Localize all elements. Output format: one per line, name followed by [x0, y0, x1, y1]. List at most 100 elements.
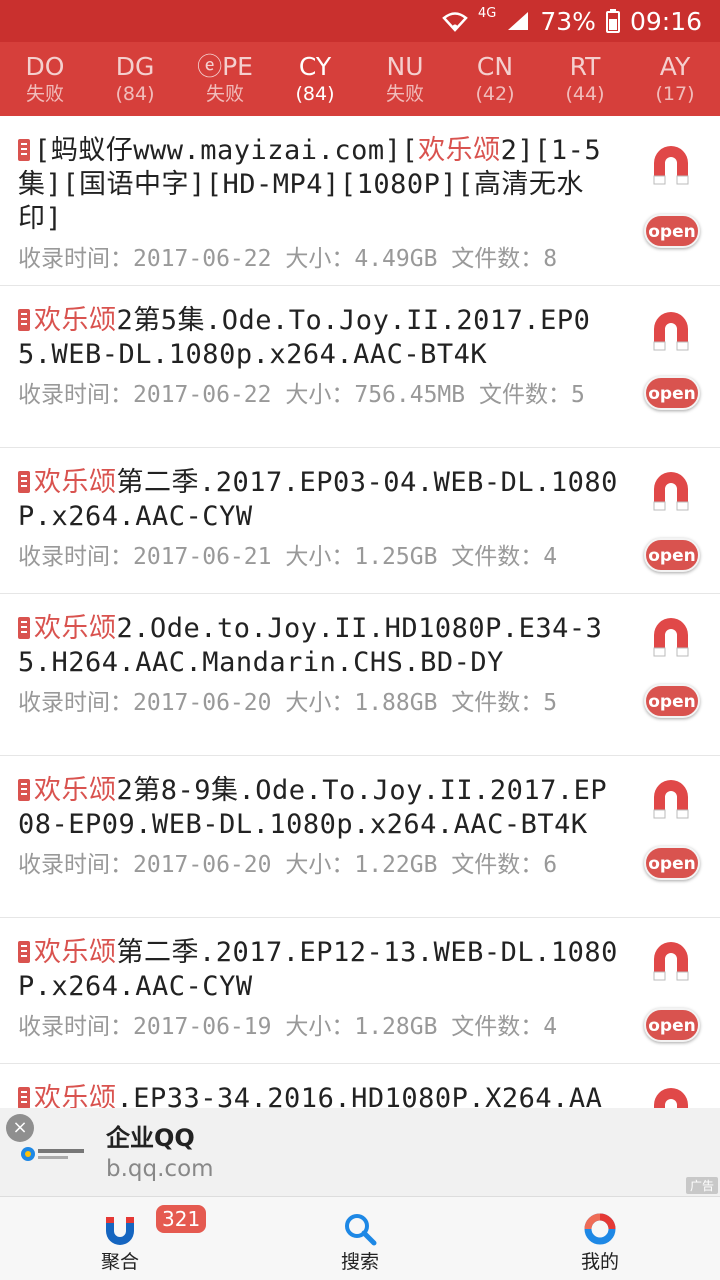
list-item[interactable]: 欢乐颂2第5集.Ode.To.Joy.II.2017.EP05.WEB-DL.1…: [0, 286, 720, 448]
date-label: 收录时间：: [18, 382, 133, 408]
result-title: 欢乐颂2.Ode.to.Joy.II.HD1080P.E34-35.H264.A…: [18, 612, 620, 680]
size-label: 大小：: [285, 852, 355, 878]
title-keyword: 欢乐颂: [34, 775, 117, 806]
tab-cy[interactable]: CY (84): [270, 42, 360, 116]
tab-status: (42): [475, 83, 515, 105]
title-keyword: 欢乐颂: [34, 937, 117, 968]
tab-code: CN: [476, 52, 514, 81]
open-button[interactable]: open: [644, 538, 700, 572]
result-meta: 收录时间：2017-06-22 大小：4.49GB 文件数：8: [18, 244, 620, 286]
date-value: 2017-06-22: [133, 382, 272, 408]
ad-banner[interactable]: × 企业QQ b.qq.com 广告: [0, 1108, 720, 1196]
nav-aggregate[interactable]: 聚合 321: [0, 1197, 240, 1280]
list-item[interactable]: 欢乐颂2第8-9集.Ode.To.Joy.II.2017.EP08-EP09.W…: [0, 756, 720, 918]
tab-do[interactable]: DO 失败: [0, 42, 90, 116]
result-meta: 收录时间：2017-06-20 大小：1.88GB 文件数：5: [18, 688, 620, 730]
result-meta: 收录时间：2017-06-22 大小：756.45MB 文件数：5: [18, 380, 620, 422]
tab-status: (84): [115, 83, 155, 105]
result-meta: 收录时间：2017-06-19 大小：1.28GB 文件数：4: [18, 1012, 620, 1054]
tab-status: (44): [565, 83, 605, 105]
title-keyword: 欢乐颂: [34, 305, 117, 336]
magnet-icon[interactable]: [648, 612, 694, 660]
nav-mine[interactable]: 我的: [480, 1197, 720, 1280]
title-prefix: [蚂蚁仔www.mayizai.com][: [34, 135, 419, 166]
title-keyword: 欢乐颂: [34, 1083, 117, 1108]
close-icon[interactable]: ×: [6, 1114, 34, 1142]
nav-label: 搜索: [340, 1251, 379, 1273]
list-item[interactable]: 欢乐颂2.Ode.to.Joy.II.HD1080P.E34-35.H264.A…: [0, 594, 720, 756]
result-meta: 收录时间：2017-06-20 大小：1.22GB 文件数：6: [18, 850, 620, 892]
list-item[interactable]: [蚂蚁仔www.mayizai.com][欢乐颂2][1-5集][国语中字][H…: [0, 116, 720, 286]
size-label: 大小：: [285, 246, 355, 272]
battery-icon: [605, 9, 620, 33]
size-label: 大小：: [285, 690, 355, 716]
file-icon: [18, 309, 30, 331]
result-title: 欢乐颂第二季.2017.EP12-13.WEB-DL.1080P.x264.AA…: [18, 936, 620, 1004]
profile-ring-icon: [584, 1213, 616, 1245]
battery-percent: 73%: [540, 6, 596, 36]
open-button[interactable]: open: [644, 214, 700, 248]
list-item[interactable]: 欢乐颂第二季.2017.EP12-13.WEB-DL.1080P.x264.AA…: [0, 918, 720, 1064]
magnet-icon[interactable]: [648, 466, 694, 514]
file-icon: [18, 1087, 30, 1108]
files-label: 文件数：: [451, 246, 544, 272]
files-value: 6: [543, 852, 558, 878]
tab-nu[interactable]: NU 失败: [360, 42, 450, 116]
open-button[interactable]: open: [644, 376, 700, 410]
files-value: 4: [543, 1014, 558, 1040]
date-value: 2017-06-21: [133, 544, 272, 570]
size-value: 1.22GB: [354, 852, 438, 878]
magnet-icon[interactable]: [648, 936, 694, 984]
date-label: 收录时间：: [18, 852, 133, 878]
tab-cn[interactable]: CN (42): [450, 42, 540, 116]
magnet-icon[interactable]: [648, 140, 694, 188]
bottom-nav: 聚合 321 搜索 我的: [0, 1196, 720, 1280]
tab-rt[interactable]: RT (44): [540, 42, 630, 116]
status-bar: 4G 73% 09:16: [0, 0, 720, 42]
result-title: 欢乐颂.EP33-34.2016.HD1080P.X264.AA: [18, 1082, 620, 1108]
ad-url: b.qq.com: [106, 1156, 214, 1182]
nav-label: 聚合: [100, 1251, 139, 1273]
list-item[interactable]: 欢乐颂第二季.2017.EP03-04.WEB-DL.1080P.x264.AA…: [0, 448, 720, 594]
tab-ay[interactable]: AY (17): [630, 42, 720, 116]
tab-status: 失败: [205, 83, 244, 105]
nav-search[interactable]: 搜索: [240, 1197, 480, 1280]
files-value: 4: [543, 544, 558, 570]
result-title: 欢乐颂2第5集.Ode.To.Joy.II.2017.EP05.WEB-DL.1…: [18, 304, 620, 372]
title-keyword: 欢乐颂: [34, 467, 117, 498]
size-value: 1.25GB: [354, 544, 438, 570]
date-label: 收录时间：: [18, 1014, 133, 1040]
files-value: 8: [543, 246, 558, 272]
result-title: 欢乐颂第二季.2017.EP03-04.WEB-DL.1080P.x264.AA…: [18, 466, 620, 534]
tab-code: RT: [569, 52, 601, 81]
files-label: 文件数：: [451, 544, 544, 570]
date-value: 2017-06-20: [133, 852, 272, 878]
tab-pe[interactable]: ⓔPE 失败: [180, 42, 270, 116]
magnet-icon[interactable]: [648, 306, 694, 354]
file-icon: [18, 139, 30, 161]
date-label: 收录时间：: [18, 246, 133, 272]
nav-label: 我的: [580, 1251, 619, 1273]
tab-dg[interactable]: DG (84): [90, 42, 180, 116]
tab-code: NU: [386, 52, 424, 81]
title-keyword: 欢乐颂: [418, 135, 501, 166]
tab-code: ⓔPE: [197, 52, 253, 81]
source-tabs: DO 失败 DG (84) ⓔPE 失败 CY (84) NU 失败 CN (42) RT(…: [0, 42, 720, 116]
magnet-icon[interactable]: [648, 1082, 694, 1108]
tab-status: (17): [655, 83, 695, 105]
file-icon: [18, 471, 30, 493]
files-value: 5: [570, 382, 585, 408]
magnet-icon[interactable]: [648, 774, 694, 822]
file-icon: [18, 617, 30, 639]
list-item[interactable]: 欢乐颂.EP33-34.2016.HD1080P.X264.AA: [0, 1064, 720, 1108]
size-value: 1.28GB: [354, 1014, 438, 1040]
open-button[interactable]: open: [644, 846, 700, 880]
file-icon: [18, 941, 30, 963]
tab-status: 失败: [25, 83, 64, 105]
magnet-icon: [106, 1217, 134, 1245]
open-button[interactable]: open: [644, 684, 700, 718]
size-value: 4.49GB: [354, 246, 438, 272]
date-value: 2017-06-20: [133, 690, 272, 716]
open-button[interactable]: open: [644, 1008, 700, 1042]
signal-icon: [506, 10, 530, 32]
